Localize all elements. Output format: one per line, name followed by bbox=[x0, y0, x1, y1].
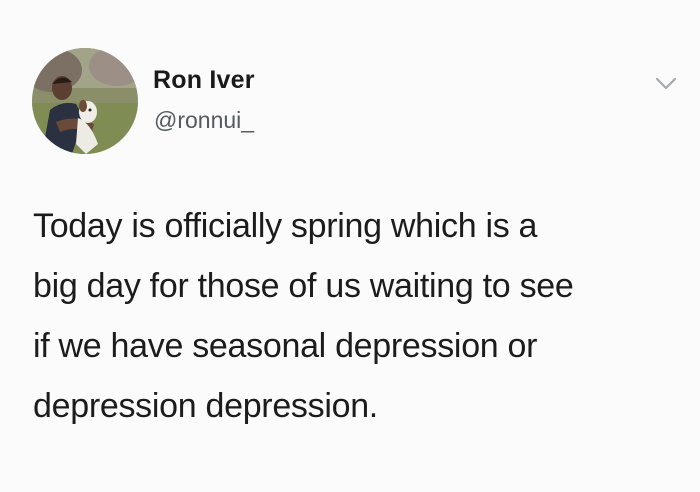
tweet-line: big day for those of us waiting to see bbox=[33, 267, 574, 305]
tweet-card: Ron Iver @ronnui_ Today is officially sp… bbox=[0, 0, 700, 492]
tweet-line: Today is officially spring which is a bbox=[33, 207, 538, 245]
avatar-photo bbox=[32, 48, 138, 154]
tweet-line: depression depression. bbox=[33, 387, 378, 425]
author-display-name[interactable]: Ron Iver bbox=[153, 66, 255, 95]
tweet-text: Today is officially spring which is a bi… bbox=[33, 196, 673, 436]
tweet-line: if we have seasonal depression or bbox=[33, 327, 538, 365]
avatar[interactable] bbox=[32, 48, 138, 154]
author-handle[interactable]: @ronnui_ bbox=[154, 107, 254, 134]
chevron-down-icon[interactable] bbox=[654, 76, 678, 92]
